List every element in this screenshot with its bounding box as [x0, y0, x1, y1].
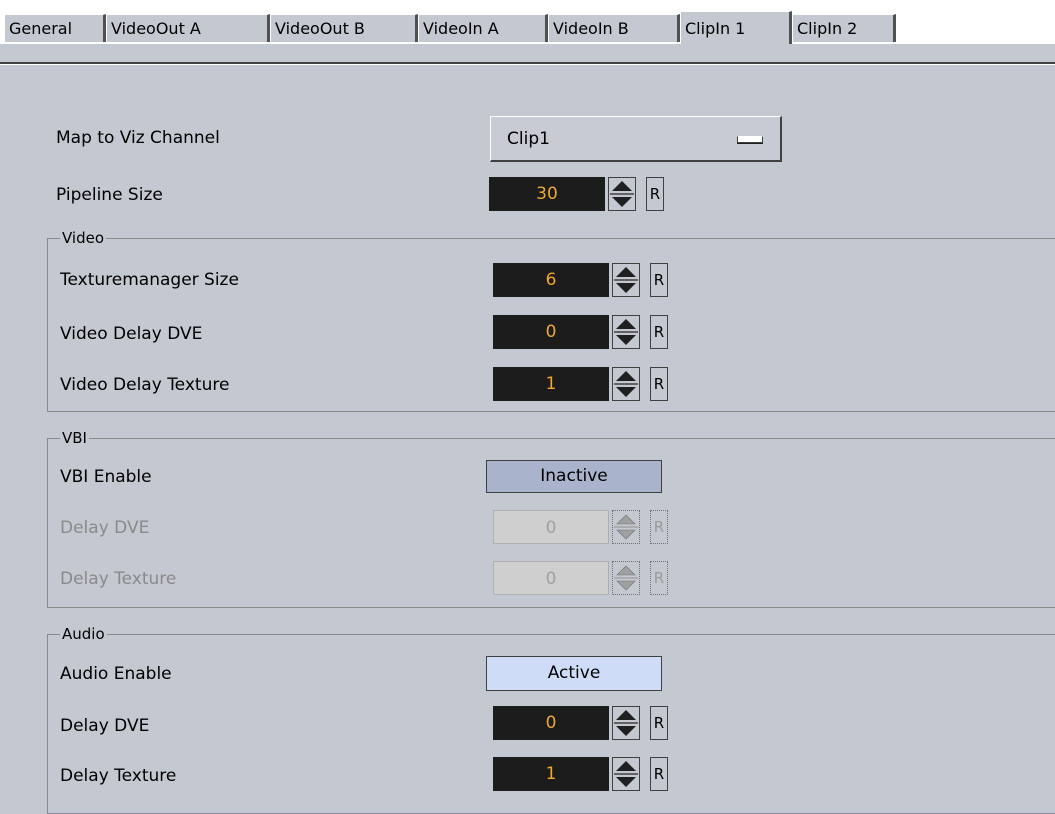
texturemanager-size-field[interactable]: 6 — [493, 263, 609, 297]
vbi-delay-dve-label: Delay DVE — [60, 518, 150, 538]
dropdown-bar-icon — [737, 136, 763, 143]
map-to-viz-channel-label: Map to Viz Channel — [56, 128, 220, 148]
audio-delay-dve-reset-button[interactable]: R — [650, 706, 668, 740]
tab-videoin-b[interactable]: VideoIn B — [548, 14, 680, 42]
video-group-legend: Video — [60, 229, 107, 247]
audio-enable-toggle[interactable]: Active — [486, 656, 662, 691]
video-delay-texture-reset-button[interactable]: R — [650, 367, 668, 401]
audio-delay-dve-spinner[interactable] — [612, 706, 640, 740]
dropdown-value: Clip1 — [507, 129, 550, 149]
pipeline-size-reset-button[interactable]: R — [646, 177, 664, 211]
up-down-spinner-icon — [614, 319, 638, 345]
up-down-spinner-icon — [614, 761, 638, 787]
video-delay-dve-spinner[interactable] — [612, 315, 640, 349]
texturemanager-size-spinner[interactable] — [612, 263, 640, 297]
video-delay-texture-label: Video Delay Texture — [60, 375, 230, 395]
texturemanager-size-label: Texturemanager Size — [60, 270, 239, 290]
map-to-viz-channel-dropdown[interactable]: Clip1 — [490, 116, 782, 162]
tab-clipin-2[interactable]: ClipIn 2 — [792, 14, 896, 42]
audio-enable-label: Audio Enable — [60, 664, 172, 684]
vbi-enable-label: VBI Enable — [60, 467, 152, 487]
tab-videoout-b[interactable]: VideoOut B — [270, 14, 418, 42]
up-down-spinner-icon — [614, 565, 638, 591]
video-delay-dve-field[interactable]: 0 — [493, 315, 609, 349]
audio-group-legend: Audio — [60, 625, 107, 643]
vbi-delay-dve-reset-button[interactable]: R — [650, 510, 668, 544]
video-delay-dve-label: Video Delay DVE — [60, 324, 203, 344]
audio-delay-dve-field[interactable]: 0 — [493, 706, 609, 740]
vbi-enable-toggle[interactable]: Inactive — [486, 460, 662, 493]
vbi-delay-texture-reset-button[interactable]: R — [650, 561, 668, 595]
video-delay-dve-reset-button[interactable]: R — [650, 315, 668, 349]
audio-delay-texture-field[interactable]: 1 — [493, 757, 609, 791]
audio-delay-texture-reset-button[interactable]: R — [650, 757, 668, 791]
vbi-delay-texture-field[interactable]: 0 — [493, 561, 609, 595]
vbi-delay-dve-field[interactable]: 0 — [493, 510, 609, 544]
pipeline-size-field[interactable]: 30 — [489, 177, 605, 211]
up-down-spinner-icon — [614, 710, 638, 736]
vbi-delay-texture-spinner[interactable] — [612, 561, 640, 595]
audio-delay-texture-label: Delay Texture — [60, 766, 177, 786]
video-delay-texture-spinner[interactable] — [612, 367, 640, 401]
tab-general[interactable]: General — [4, 14, 106, 42]
tab-videoin-a[interactable]: VideoIn A — [418, 14, 548, 42]
texturemanager-size-reset-button[interactable]: R — [650, 263, 668, 297]
tab-bar: General VideoOut A VideoOut B VideoIn A … — [0, 0, 1055, 44]
vbi-delay-texture-label: Delay Texture — [60, 569, 177, 589]
tab-clipin-1[interactable]: ClipIn 1 — [680, 11, 792, 44]
audio-delay-texture-spinner[interactable] — [612, 757, 640, 791]
pipeline-size-spinner[interactable] — [608, 177, 636, 211]
video-delay-texture-field[interactable]: 1 — [493, 367, 609, 401]
tab-videoout-a[interactable]: VideoOut A — [106, 14, 270, 42]
up-down-spinner-icon — [614, 267, 638, 293]
up-down-spinner-icon — [610, 181, 634, 207]
tab-divider — [0, 62, 1055, 65]
up-down-spinner-icon — [614, 371, 638, 397]
vbi-delay-dve-spinner[interactable] — [612, 510, 640, 544]
up-down-spinner-icon — [614, 514, 638, 540]
audio-delay-dve-label: Delay DVE — [60, 716, 150, 736]
vbi-group-legend: VBI — [60, 429, 89, 447]
pipeline-size-label: Pipeline Size — [56, 185, 163, 205]
